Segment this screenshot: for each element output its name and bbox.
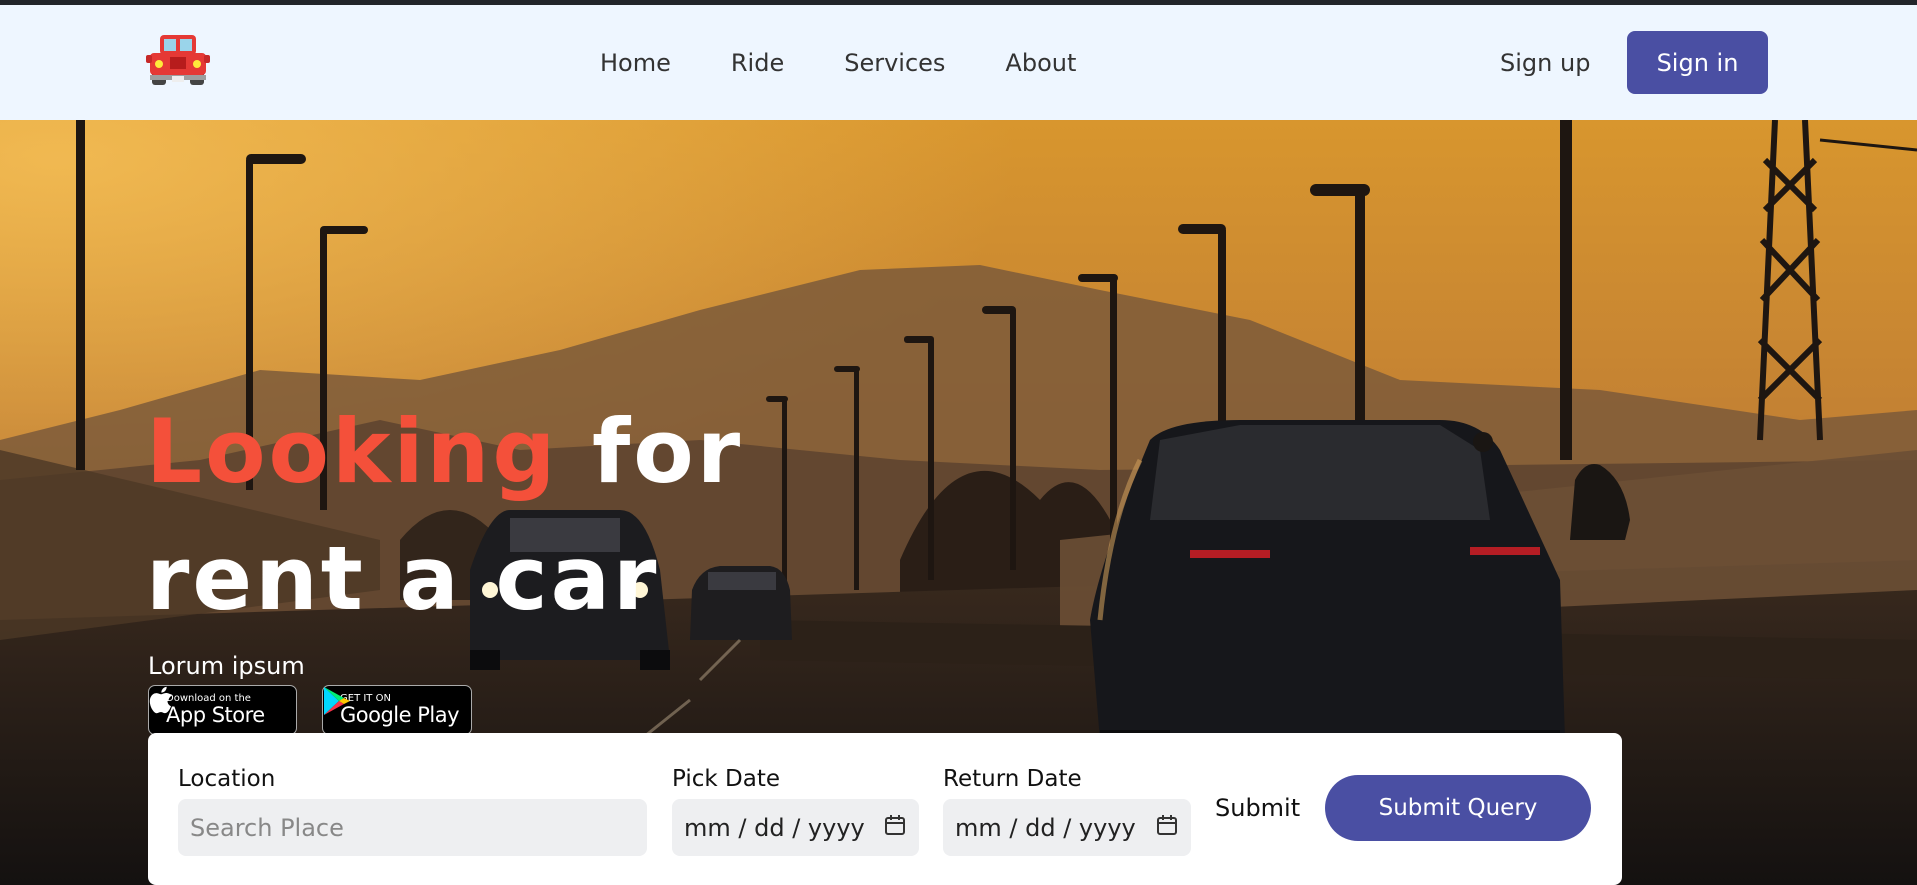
pick-date-value: mm / dd / yyyy — [684, 813, 865, 842]
navbar: Home Ride Services About Sign up Sign in — [0, 5, 1917, 120]
app-store-big-text: App Store — [166, 703, 265, 727]
nav-about[interactable]: About — [1005, 49, 1076, 77]
pick-date-label: Pick Date — [672, 766, 781, 792]
submit-label: Submit — [1215, 794, 1301, 822]
location-label: Location — [178, 766, 276, 792]
nav-services[interactable]: Services — [844, 49, 945, 77]
red-jeep-icon[interactable] — [146, 31, 210, 89]
calendar-icon[interactable] — [1155, 813, 1179, 843]
return-date-label: Return Date — [943, 766, 1082, 792]
return-date-value: mm / dd / yyyy — [955, 813, 1136, 842]
google-play-button[interactable]: GET IT ON Google Play — [322, 685, 472, 735]
pick-date-input[interactable]: mm / dd / yyyy — [672, 799, 919, 856]
headline-line-2: rent a car — [146, 527, 660, 630]
main-nav: Home Ride Services About — [600, 49, 1076, 77]
hero-subtitle: Lorum ipsum — [148, 652, 305, 680]
headline-rest: for — [558, 400, 744, 503]
nav-ride[interactable]: Ride — [731, 49, 784, 77]
google-play-big-text: Google Play — [340, 703, 460, 727]
booking-form: Location Pick Date mm / dd / yyyy Return… — [148, 733, 1622, 885]
sign-in-button[interactable]: Sign in — [1627, 31, 1768, 94]
nav-home[interactable]: Home — [600, 49, 671, 77]
sign-up-link[interactable]: Sign up — [1500, 49, 1590, 77]
calendar-icon[interactable] — [883, 813, 907, 843]
headline-accent-word: Looking — [146, 400, 559, 503]
submit-query-button[interactable]: Submit Query — [1325, 775, 1591, 841]
hero-headline: Looking for rent a car — [146, 388, 743, 642]
location-input[interactable] — [178, 799, 647, 856]
app-store-button[interactable]: Download on the App Store — [148, 685, 297, 735]
return-date-input[interactable]: mm / dd / yyyy — [943, 799, 1191, 856]
